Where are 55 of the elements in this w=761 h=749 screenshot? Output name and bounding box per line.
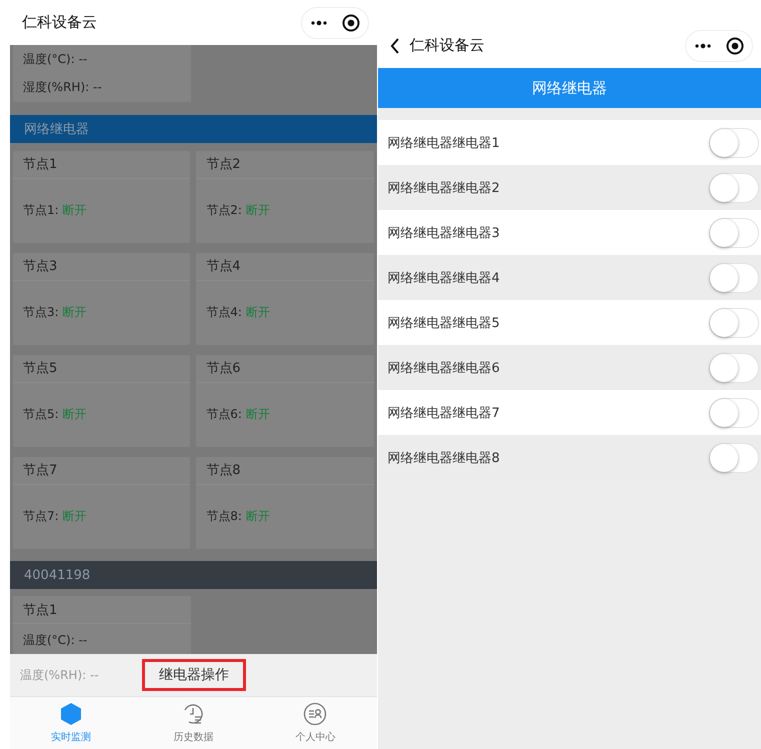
capsule-menu[interactable] [300, 6, 369, 38]
node-title: 节点8 [196, 456, 374, 485]
relay-label: 网络继电器继电器2 [388, 180, 500, 196]
section-header: 网络继电器 [10, 114, 377, 144]
relay-label: 网络继电器继电器8 [388, 450, 500, 466]
relay-switch[interactable] [709, 398, 759, 428]
relay-switch[interactable] [709, 262, 759, 292]
relay-label: 网络继电器继电器4 [388, 270, 500, 286]
app-title: 仁科设备云 [410, 36, 486, 55]
relay-label: 网络继电器继电器1 [388, 134, 500, 152]
node-title: 节点2 [196, 150, 374, 179]
reading-text: 温度(°C): -- [23, 633, 88, 647]
relay-switch[interactable] [709, 442, 759, 472]
app-title: 仁科设备云 [22, 13, 98, 32]
node-title: 节点3 [13, 252, 190, 281]
node-title: 节点7 [13, 456, 190, 485]
tab[interactable]: 实时监测 [10, 697, 132, 749]
relay-switch[interactable] [709, 218, 759, 248]
capsule-menu[interactable] [685, 30, 753, 62]
node-status: 节点6: 断开 [206, 406, 270, 424]
relay-label: 网络继电器继电器5 [388, 314, 500, 332]
node-title: 节点6 [196, 354, 374, 383]
reading-text: 湿度(%RH): -- [23, 78, 103, 96]
user-icon [303, 702, 328, 726]
relay-label: 网络继电器继电器6 [388, 360, 500, 376]
relay-switch[interactable] [709, 352, 759, 382]
node-status: 节点4: 断开 [206, 304, 270, 322]
tab[interactable]: 历史数据 [132, 697, 254, 749]
section-header: 40041198 [10, 561, 377, 590]
close-icon[interactable] [726, 36, 744, 54]
node-status: 节点7: 断开 [23, 508, 86, 526]
node-title: 节点1 [13, 596, 191, 624]
more-icon[interactable] [694, 42, 712, 48]
page-title: 网络继电器 [532, 78, 607, 98]
relay-switch[interactable] [709, 308, 759, 338]
node-title: 节点1 [13, 150, 190, 179]
relay-switch[interactable] [709, 128, 759, 158]
reading-text: 温度(%RH): -- [20, 666, 99, 684]
relay-label: 网络继电器继电器3 [388, 224, 500, 242]
hexagon-icon [59, 702, 84, 726]
node-status: 节点2: 断开 [206, 202, 270, 220]
relay-operation-option[interactable]: 继电器操作 [142, 659, 246, 691]
tab[interactable]: 个人中心 [254, 697, 377, 749]
node-title: 节点5 [13, 354, 190, 383]
reading-text: 温度(°C): -- [23, 50, 88, 68]
relay-switch[interactable] [709, 172, 759, 202]
back-icon[interactable] [390, 38, 400, 54]
more-icon[interactable] [310, 20, 328, 26]
node-status: 节点1: 断开 [23, 202, 86, 220]
node-status: 节点3: 断开 [23, 304, 86, 322]
relay-label: 网络继电器继电器7 [388, 404, 500, 422]
close-icon[interactable] [342, 14, 360, 32]
node-title: 节点4 [196, 252, 374, 281]
node-status: 节点8: 断开 [206, 508, 270, 526]
node-status: 节点5: 断开 [23, 406, 86, 424]
